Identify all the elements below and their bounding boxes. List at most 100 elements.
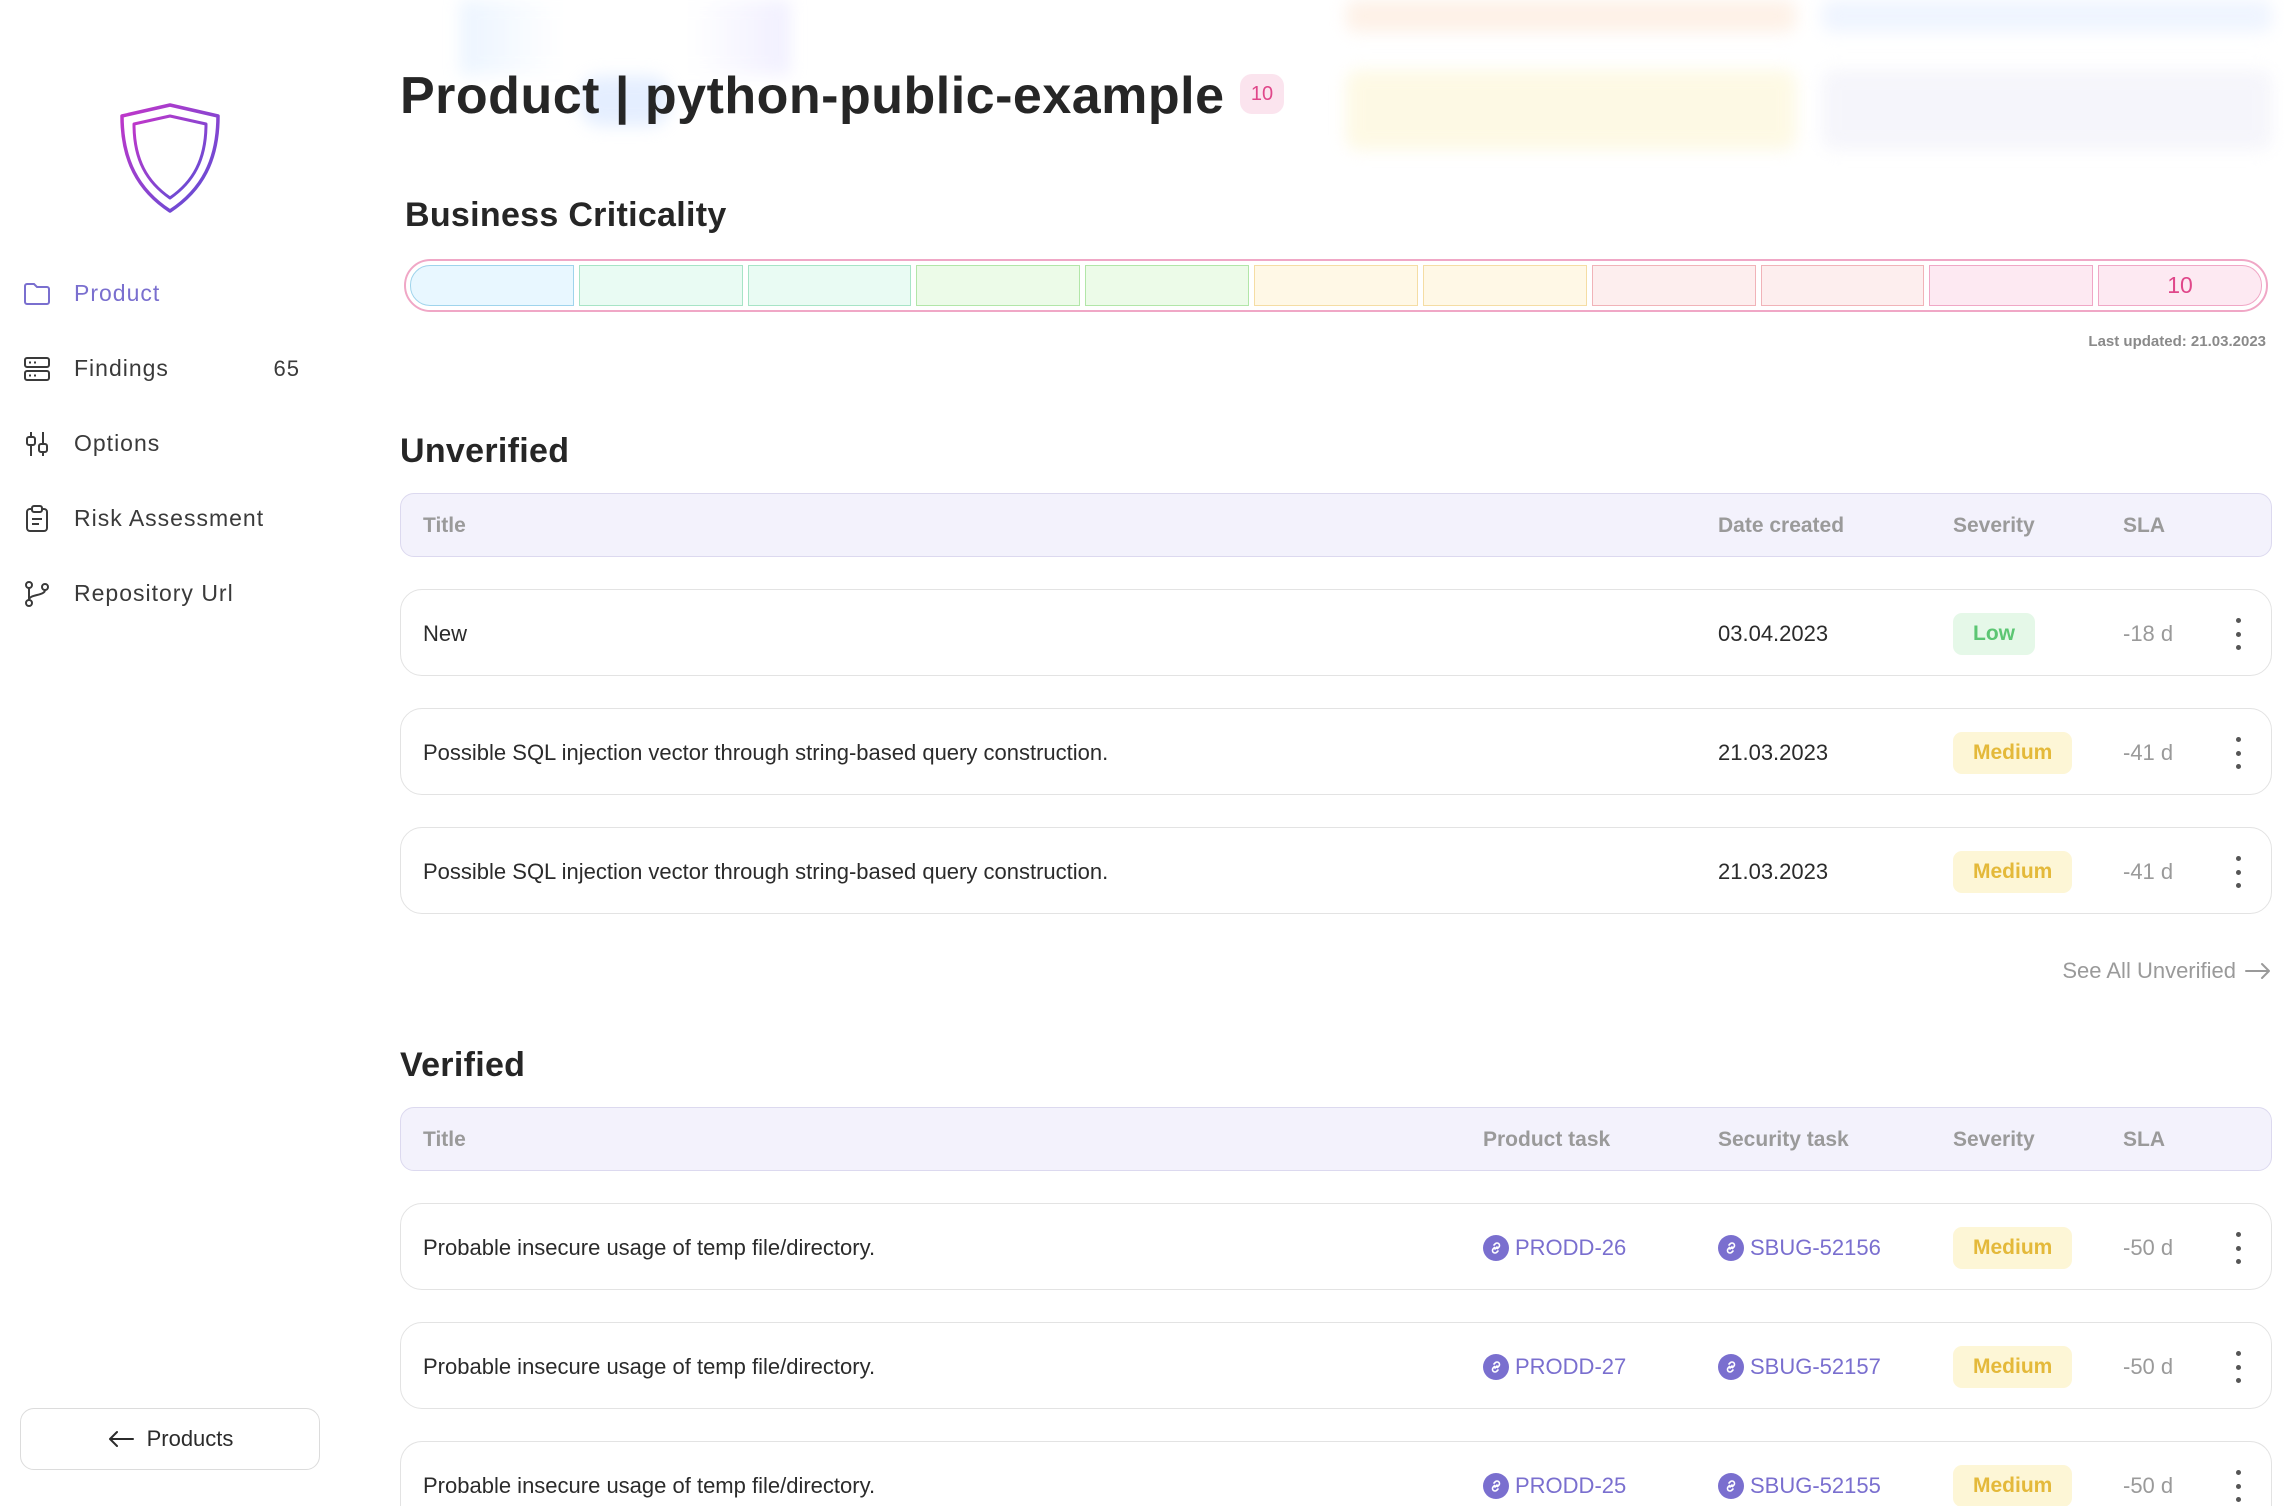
criticality-segment-4	[916, 265, 1081, 306]
severity-badge: Medium	[1953, 1346, 2073, 1388]
security-task-id: SBUG-52156	[1750, 1234, 1881, 1260]
blurred-background-card-yellow	[1346, 70, 1796, 150]
shield-logo-icon	[118, 102, 222, 214]
severity-badge: Medium	[1953, 732, 2073, 774]
criticality-segment-2	[578, 265, 743, 306]
folder-icon	[20, 277, 54, 311]
criticality-segment-1	[410, 265, 574, 306]
back-to-products-button[interactable]: Products	[20, 1408, 320, 1470]
date-created: 03.04.2023	[1718, 621, 1829, 646]
blurred-background-card-lilac	[1822, 70, 2272, 150]
see-all-unverified-link[interactable]: See All Unverified	[2062, 958, 2272, 984]
sidebar-item-label: Repository Url	[74, 580, 234, 606]
table-row[interactable]: Probable insecure usage of temp file/dir…	[400, 1203, 2272, 1290]
row-menu-icon[interactable]	[2233, 1232, 2243, 1264]
criticality-value: 10	[2167, 272, 2193, 298]
arrow-right-icon	[2245, 963, 2270, 979]
table-row[interactable]: Possible SQL injection vector through st…	[400, 708, 2272, 795]
column-date-created: Date created	[1718, 514, 1845, 537]
sliders-icon	[20, 427, 54, 461]
product-task-id: PRODD-25	[1515, 1472, 1627, 1498]
product-task-id: PRODD-27	[1515, 1353, 1627, 1379]
security-task-id: SBUG-52157	[1750, 1353, 1881, 1379]
link-icon	[1718, 1472, 1744, 1499]
sidebar-item-product[interactable]: Product	[20, 256, 320, 331]
criticality-segment-3	[747, 265, 912, 306]
security-task-link[interactable]: SBUG-52157	[1718, 1323, 1881, 1410]
finding-title: Probable insecure usage of temp file/dir…	[423, 1354, 876, 1379]
sla-value: -41 d	[2123, 740, 2174, 765]
criticality-segment-7	[1422, 265, 1587, 306]
criticality-segment-8	[1591, 265, 1756, 306]
sidebar-item-label: Findings	[74, 355, 169, 381]
clipboard-icon	[20, 502, 54, 536]
arrow-left-icon	[108, 1431, 134, 1447]
row-menu-icon[interactable]	[2233, 618, 2243, 650]
page-title: Product | python-public-example	[400, 67, 1225, 125]
severity-badge: Low	[1953, 613, 2035, 655]
criticality-segment-6	[1254, 265, 1418, 306]
back-button-label: Products	[146, 1426, 234, 1451]
severity-badge: Medium	[1953, 1227, 2073, 1269]
blurred-background-card-orange	[1346, 0, 1796, 32]
criticality-segment-9	[1760, 265, 1925, 306]
column-title: Title	[423, 514, 466, 537]
column-title: Title	[423, 1128, 466, 1151]
link-icon	[1483, 1472, 1509, 1499]
column-security-task: Security task	[1718, 1128, 1849, 1151]
product-task-link[interactable]: PRODD-26	[1483, 1204, 1626, 1291]
row-menu-icon[interactable]	[2233, 737, 2243, 769]
table-row[interactable]: Probable insecure usage of temp file/dir…	[400, 1441, 2272, 1506]
severity-badge: Medium	[1953, 1465, 2073, 1506]
sidebar-item-risk-assessment[interactable]: Risk Assessment	[20, 481, 320, 556]
column-sla: SLA	[2123, 1128, 2165, 1151]
blurred-background	[460, 0, 790, 75]
finding-title: Possible SQL injection vector through st…	[423, 740, 1109, 765]
criticality-segment-5	[1085, 265, 1250, 306]
git-branch-icon	[20, 577, 54, 611]
row-menu-icon[interactable]	[2233, 1351, 2243, 1383]
unverified-heading: Unverified	[400, 432, 570, 470]
product-task-link[interactable]: PRODD-27	[1483, 1323, 1626, 1410]
sidebar-nav: Product Findings 65 Options Risk Assessm…	[20, 256, 320, 631]
date-created: 21.03.2023	[1718, 740, 1829, 765]
security-task-link[interactable]: SBUG-52155	[1718, 1442, 1881, 1506]
product-task-link[interactable]: PRODD-25	[1483, 1442, 1626, 1506]
criticality-badge: 10	[1240, 74, 1284, 114]
business-criticality-heading: Business Criticality	[405, 196, 727, 234]
table-row[interactable]: New 03.04.2023 Low -18 d	[400, 589, 2272, 676]
table-row[interactable]: Possible SQL injection vector through st…	[400, 827, 2272, 914]
date-created: 21.03.2023	[1718, 859, 1829, 884]
blurred-background-card-blue	[1822, 0, 2272, 32]
sla-value: -41 d	[2123, 859, 2174, 884]
criticality-segment-11: 10	[2098, 265, 2262, 306]
sidebar-item-options[interactable]: Options	[20, 406, 320, 481]
severity-badge: Medium	[1953, 851, 2073, 893]
sidebar-item-repository-url[interactable]: Repository Url	[20, 556, 320, 631]
security-task-id: SBUG-52155	[1750, 1472, 1881, 1498]
link-icon	[1718, 1353, 1744, 1380]
column-severity: Severity	[1953, 514, 2035, 537]
last-updated: Last updated: 21.03.2023	[2088, 333, 2266, 350]
finding-title: New	[423, 621, 468, 646]
server-icon	[20, 352, 54, 386]
sla-value: -50 d	[2123, 1354, 2174, 1379]
link-icon	[1483, 1353, 1509, 1380]
sla-value: -50 d	[2123, 1235, 2174, 1260]
column-product-task: Product task	[1483, 1128, 1611, 1151]
sla-value: -18 d	[2123, 621, 2174, 646]
sidebar-item-findings[interactable]: Findings 65	[20, 331, 320, 406]
finding-title: Possible SQL injection vector through st…	[423, 859, 1109, 884]
column-sla: SLA	[2123, 514, 2165, 537]
security-task-link[interactable]: SBUG-52156	[1718, 1204, 1881, 1291]
row-menu-icon[interactable]	[2233, 856, 2243, 888]
table-row[interactable]: Probable insecure usage of temp file/dir…	[400, 1322, 2272, 1409]
unverified-table-header: Title Date created Severity SLA	[400, 493, 2272, 557]
see-all-label: See All Unverified	[2062, 958, 2236, 983]
row-menu-icon[interactable]	[2233, 1470, 2243, 1502]
verified-table-header: Title Product task Security task Severit…	[400, 1107, 2272, 1171]
column-severity: Severity	[1953, 1128, 2035, 1151]
finding-title: Probable insecure usage of temp file/dir…	[423, 1473, 876, 1498]
sidebar-item-label: Product	[74, 280, 161, 306]
criticality-segment-10	[1929, 265, 2094, 306]
